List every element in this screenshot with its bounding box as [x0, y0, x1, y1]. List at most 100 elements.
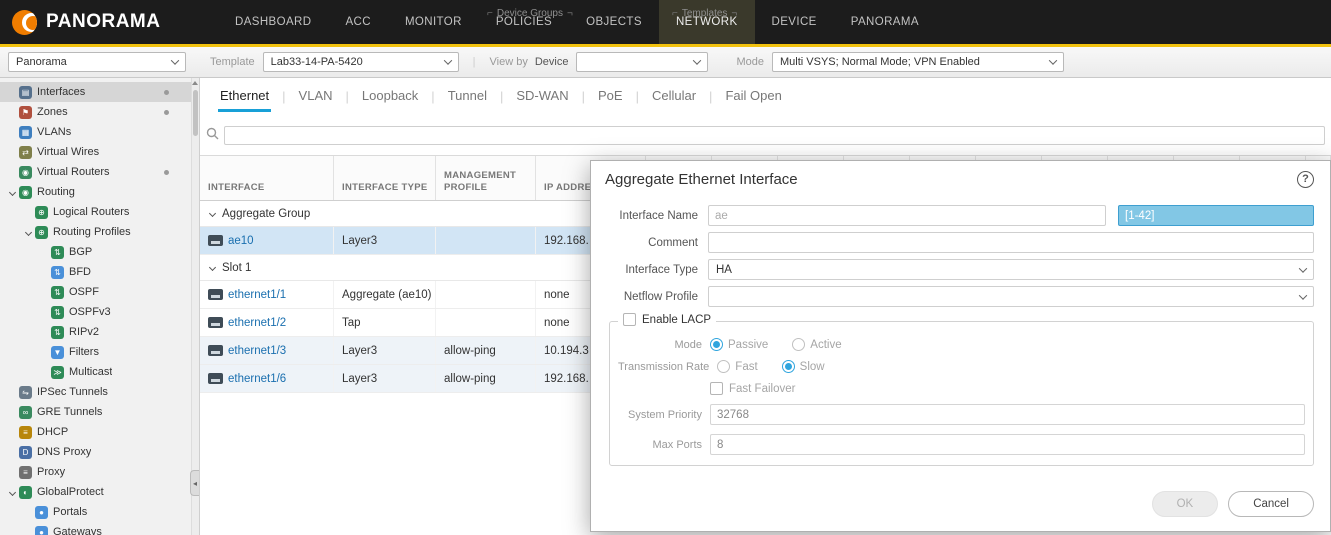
help-icon[interactable]: ? [1297, 171, 1314, 188]
collapse-caret-icon[interactable] [209, 210, 216, 217]
sidebar-collapse-handle[interactable]: ◂ [190, 470, 199, 496]
comment-label: Comment [605, 237, 708, 249]
ok-button[interactable]: OK [1152, 491, 1219, 517]
lacp-legend: Enable LACP [618, 313, 716, 326]
sidebar-item-virtual-wires[interactable]: ⇄Virtual Wires [0, 142, 199, 162]
sidebar-item-multicast[interactable]: ≫Multicast [0, 362, 199, 382]
sidebar-item-gateways[interactable]: ●Gateways [0, 522, 199, 535]
sidebar-scrollbar[interactable] [191, 78, 199, 535]
tree-caret-icon[interactable] [22, 230, 35, 235]
lacp-mode-passive-radio[interactable]: Passive [710, 338, 768, 351]
device-select[interactable] [576, 52, 708, 72]
sidebar-item-logical-routers[interactable]: ⊕Logical Routers [0, 202, 199, 222]
chevron-down-icon [171, 56, 179, 64]
interface-link[interactable]: ethernet1/6 [228, 373, 286, 385]
lacp-rate-slow-radio[interactable]: Slow [782, 360, 825, 373]
mode-select[interactable]: Multi VSYS; Normal Mode; VPN Enabled [772, 52, 1064, 72]
sidebar-item-globalprotect[interactable]: ◐GlobalProtect [0, 482, 199, 502]
sidebar-item-zones[interactable]: ⚑Zones [0, 102, 199, 122]
interface-link[interactable]: ethernet1/2 [228, 317, 286, 329]
column-header-interface[interactable]: INTERFACE [200, 156, 334, 200]
template-select[interactable]: Lab33-14-PA-5420 [263, 52, 459, 72]
netflow-select[interactable] [708, 286, 1314, 307]
interface-link[interactable]: ethernet1/1 [228, 289, 286, 301]
sidebar-item-filters[interactable]: ▼Filters [0, 342, 199, 362]
comment-input[interactable] [708, 232, 1314, 253]
fast-failover-option[interactable]: Fast Failover [710, 382, 795, 395]
sidebar-item-label: GlobalProtect [37, 486, 104, 498]
scrollbar-thumb[interactable] [193, 90, 198, 136]
sidebar-item-vlans[interactable]: ▦VLANs [0, 122, 199, 142]
comment-row: Comment [605, 232, 1314, 253]
tab-fail-open[interactable]: Fail Open [723, 80, 783, 112]
profile-cell [436, 281, 536, 308]
nav-monitor[interactable]: MONITOR [388, 0, 479, 44]
netflow-label: Netflow Profile [605, 291, 708, 303]
type-cell: Aggregate (ae10) [334, 281, 436, 308]
fast-failover-checkbox[interactable] [710, 382, 723, 395]
tab-separator: | [346, 89, 349, 104]
interface-name-input[interactable] [708, 205, 1106, 226]
tree-caret-icon[interactable] [6, 490, 19, 495]
ethernet-port-icon [208, 317, 223, 328]
sidebar-item-label: DHCP [37, 426, 68, 438]
sidebar-tree: ▤Interfaces⚑Zones▦VLANs⇄Virtual Wires◉Vi… [0, 82, 199, 535]
tab-poe[interactable]: PoE [596, 80, 625, 112]
enable-lacp-checkbox[interactable] [623, 313, 636, 326]
sidebar-item-interfaces[interactable]: ▤Interfaces [0, 82, 199, 102]
search-input[interactable] [224, 126, 1325, 145]
interface-type-select[interactable]: HA [708, 259, 1314, 280]
nav-dashboard[interactable]: DASHBOARD [218, 0, 328, 44]
dialog-header: Aggregate Ethernet Interface ? [591, 161, 1330, 197]
context-select[interactable]: Panorama [8, 52, 186, 72]
sidebar-item-ipsec-tunnels[interactable]: ⇋IPSec Tunnels [0, 382, 199, 402]
sidebar-item-ripv2[interactable]: ⇅RIPv2 [0, 322, 199, 342]
sidebar-item-virtual-routers[interactable]: ◉Virtual Routers [0, 162, 199, 182]
tab-vlan[interactable]: VLAN [297, 80, 335, 112]
lacp-mode-active-radio[interactable]: Active [792, 338, 841, 351]
lacp-mode-label: Mode [618, 339, 710, 351]
sidebar-item-proxy[interactable]: ≡Proxy [0, 462, 199, 482]
scroll-up-icon[interactable] [192, 81, 198, 85]
nav-device[interactable]: DEVICE [755, 0, 834, 44]
column-header-management-profile[interactable]: MANAGEMENT PROFILE [436, 156, 536, 200]
viewby-label: View by [490, 56, 528, 68]
tree-caret-icon[interactable] [6, 190, 19, 195]
lacp-rate-fast-radio[interactable]: Fast [717, 360, 757, 373]
tab-tunnel[interactable]: Tunnel [446, 80, 489, 112]
tab-sd-wan[interactable]: SD-WAN [514, 80, 570, 112]
sidebar-item-ospf[interactable]: ⇅OSPF [0, 282, 199, 302]
sidebar-item-label: OSPFv3 [69, 306, 111, 318]
sidebar-item-bfd[interactable]: ⇅BFD [0, 262, 199, 282]
column-header-interface-type[interactable]: INTERFACE TYPE [334, 156, 436, 200]
override-dot [164, 110, 169, 115]
sidebar-item-gre-tunnels[interactable]: ∞GRE Tunnels [0, 402, 199, 422]
collapse-caret-icon[interactable] [209, 264, 216, 271]
device-label: Device [535, 56, 569, 68]
nav-objects[interactable]: OBJECTS [569, 0, 659, 44]
interface-link[interactable]: ae10 [228, 235, 254, 247]
sidebar-item-routing-profiles[interactable]: ⊕Routing Profiles [0, 222, 199, 242]
interface-link[interactable]: ethernet1/3 [228, 345, 286, 357]
interface-number-input[interactable] [1118, 205, 1314, 226]
nav-panorama[interactable]: PANORAMA [834, 0, 936, 44]
system-priority-input[interactable] [710, 404, 1305, 425]
tab-loopback[interactable]: Loopback [360, 80, 420, 112]
sidebar-item-ospfv3[interactable]: ⇅OSPFv3 [0, 302, 199, 322]
sidebar-item-bgp[interactable]: ⇅BGP [0, 242, 199, 262]
sidebar-item-dhcp[interactable]: ≡DHCP [0, 422, 199, 442]
cancel-button[interactable]: Cancel [1228, 491, 1314, 517]
nav-acc[interactable]: ACC [328, 0, 387, 44]
tab-cellular[interactable]: Cellular [650, 80, 698, 112]
sidebar-item-label: GRE Tunnels [37, 406, 102, 418]
chevron-down-icon [1299, 264, 1307, 272]
group-label: Slot 1 [222, 262, 251, 274]
tab-ethernet[interactable]: Ethernet [218, 80, 271, 112]
sidebar-item-dns-proxy[interactable]: DDNS Proxy [0, 442, 199, 462]
sidebar-item-portals[interactable]: ●Portals [0, 502, 199, 522]
nav-policies[interactable]: POLICIES [479, 0, 569, 44]
sidebar-item-routing[interactable]: ◉Routing [0, 182, 199, 202]
max-ports-input[interactable] [710, 434, 1305, 455]
nav-network[interactable]: NETWORK [659, 0, 755, 44]
max-ports-label: Max Ports [618, 439, 710, 451]
